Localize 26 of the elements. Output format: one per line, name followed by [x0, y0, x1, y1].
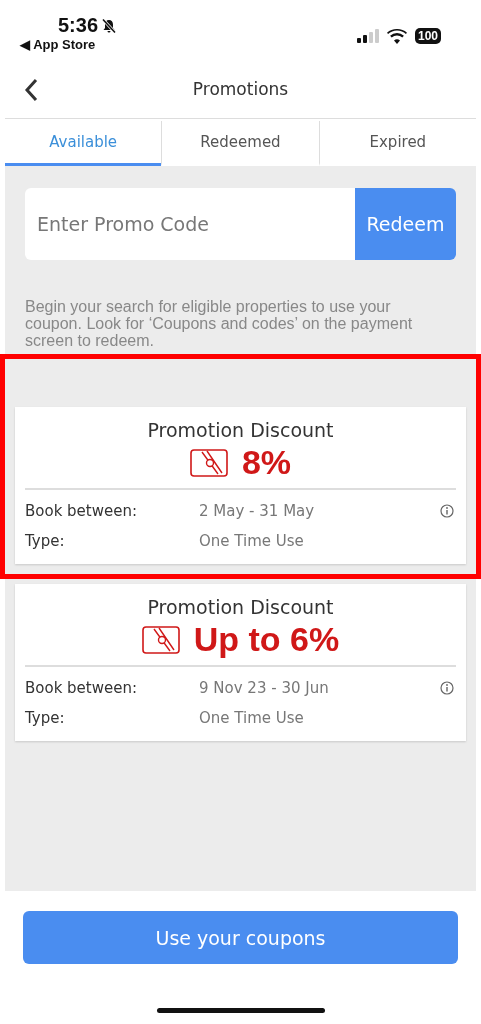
info-text: Begin your search for eligible properties to use your coupon. Look for ‘Coupons and codes’ on the payment screen to redeem.	[25, 298, 414, 349]
back-icon[interactable]	[24, 78, 38, 102]
back-to-app-link[interactable]: ◀ App Store	[20, 37, 118, 52]
discount-amount: Up to 6%	[193, 620, 340, 659]
coupon-icon	[189, 448, 228, 477]
status-time: 5:36	[58, 14, 99, 37]
muted-bell-icon	[101, 17, 118, 34]
info-icon[interactable]	[440, 681, 454, 695]
detail-value: 9 Nov 23 - 30 Jun	[199, 679, 330, 697]
coupon-title: Promotion Discount	[147, 419, 334, 441]
promo-code-field[interactable]: Enter Promo Code	[25, 188, 355, 260]
detail-value: One Time Use	[199, 709, 305, 727]
detail-label: Book between:	[25, 679, 139, 697]
info-icon[interactable]	[440, 504, 454, 518]
battery-indicator: 100	[414, 28, 441, 44]
detail-value: One Time Use	[199, 532, 305, 550]
signal-icon	[356, 29, 379, 43]
coupon-title: Promotion Discount	[147, 596, 334, 618]
page-title: Promotions	[192, 79, 289, 99]
detail-label: Type:	[25, 532, 66, 550]
detail-label: Type:	[25, 709, 66, 727]
detail-value: 2 May - 31 May	[199, 502, 316, 520]
wifi-icon	[386, 28, 407, 44]
discount-amount: 8%	[241, 443, 292, 482]
coupon-icon	[141, 625, 180, 654]
detail-label: Book between:	[25, 502, 139, 520]
